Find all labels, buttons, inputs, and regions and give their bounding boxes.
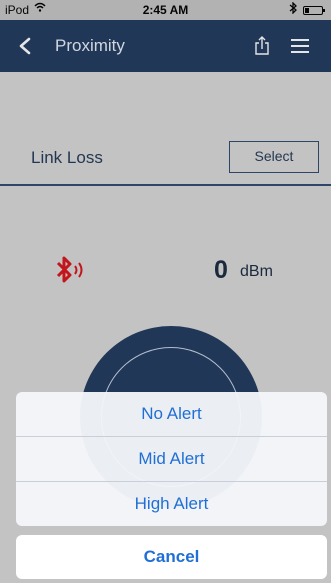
- option-high-alert[interactable]: High Alert: [16, 482, 327, 526]
- option-no-alert[interactable]: No Alert: [16, 392, 327, 436]
- option-mid-alert[interactable]: Mid Alert: [16, 437, 327, 481]
- cancel-button[interactable]: Cancel: [16, 535, 327, 579]
- alert-level-action-sheet: No Alert Mid Alert High Alert: [16, 392, 327, 526]
